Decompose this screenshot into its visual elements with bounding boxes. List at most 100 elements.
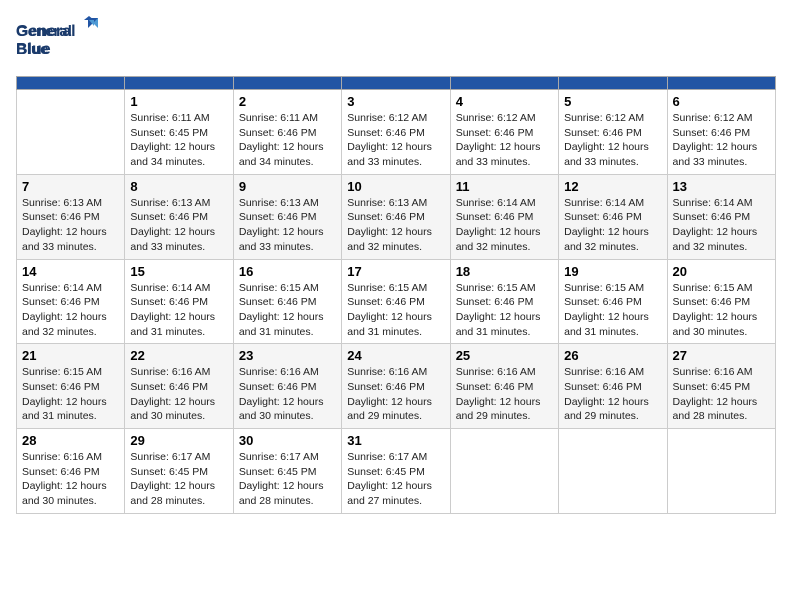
- calendar-week-row: 28 Sunrise: 6:16 AMSunset: 6:46 PMDayligh…: [17, 429, 776, 514]
- table-row: 16 Sunrise: 6:15 AMSunset: 6:46 PMDayligh…: [233, 259, 341, 344]
- table-row: 22 Sunrise: 6:16 AMSunset: 6:46 PMDayligh…: [125, 344, 233, 429]
- day-number: 9: [239, 179, 336, 194]
- table-row: 9 Sunrise: 6:13 AMSunset: 6:46 PMDaylight…: [233, 174, 341, 259]
- table-row: 25Sunrise: 6:16 AMSunset: 6:46 PMDayligh…: [450, 344, 558, 429]
- calendar-week-row: 7Sunrise: 6:13 AMSunset: 6:46 PMDaylight…: [17, 174, 776, 259]
- table-row: 15 Sunrise: 6:14 AMSunset: 6:46 PMDayligh…: [125, 259, 233, 344]
- day-info: Sunrise: 6:14 AMSunset: 6:46 PMDaylight:…: [130, 281, 227, 340]
- col-thursday: [450, 77, 558, 90]
- day-info: Sunrise: 6:17 AMSunset: 6:45 PMDaylight:…: [239, 450, 336, 509]
- day-info: Sunrise: 6:17 AMSunset: 6:45 PMDaylight:…: [130, 450, 227, 509]
- day-info: Sunrise: 6:13 AMSunset: 6:46 PMDaylight:…: [22, 196, 119, 255]
- day-info: Sunrise: 6:16 AMSunset: 6:46 PMDaylight:…: [239, 365, 336, 424]
- day-info: Sunrise: 6:13 AMSunset: 6:46 PMDaylight:…: [239, 196, 336, 255]
- day-info: Sunrise: 6:12 AMSunset: 6:46 PMDaylight:…: [564, 111, 661, 170]
- table-row: 10Sunrise: 6:13 AMSunset: 6:46 PMDayligh…: [342, 174, 450, 259]
- day-number: 30: [239, 433, 336, 448]
- table-row: 11 Sunrise: 6:14 AMSunset: 6:46 PMDayligh…: [450, 174, 558, 259]
- table-row: 29 Sunrise: 6:17 AMSunset: 6:45 PMDayligh…: [125, 429, 233, 514]
- day-number: 31: [347, 433, 444, 448]
- day-info: Sunrise: 6:15 AMSunset: 6:46 PMDaylight:…: [239, 281, 336, 340]
- weekday-header-row: [17, 77, 776, 90]
- day-number: 2: [239, 94, 336, 109]
- day-number: 16: [239, 264, 336, 279]
- day-number: 8: [130, 179, 227, 194]
- col-wednesday: [342, 77, 450, 90]
- day-number: 25: [456, 348, 553, 363]
- day-info: Sunrise: 6:16 AMSunset: 6:46 PMDaylight:…: [22, 450, 119, 509]
- day-info: Sunrise: 6:16 AMSunset: 6:46 PMDaylight:…: [564, 365, 661, 424]
- day-number: 11: [456, 179, 553, 194]
- day-info: Sunrise: 6:14 AMSunset: 6:46 PMDaylight:…: [564, 196, 661, 255]
- table-row: 23 Sunrise: 6:16 AMSunset: 6:46 PMDayligh…: [233, 344, 341, 429]
- calendar-week-row: 14Sunrise: 6:14 AMSunset: 6:46 PMDayligh…: [17, 259, 776, 344]
- table-row: 1Sunrise: 6:11 AMSunset: 6:45 PMDaylight…: [125, 90, 233, 175]
- table-row: 19 Sunrise: 6:15 AMSunset: 6:46 PMDayligh…: [559, 259, 667, 344]
- day-number: 29: [130, 433, 227, 448]
- day-info: Sunrise: 6:12 AMSunset: 6:46 PMDaylight:…: [347, 111, 444, 170]
- calendar-week-row: 21 Sunrise: 6:15 AMSunset: 6:46 PMDayligh…: [17, 344, 776, 429]
- table-row: [667, 429, 775, 514]
- table-row: 18 Sunrise: 6:15 AMSunset: 6:46 PMDayligh…: [450, 259, 558, 344]
- day-number: 6: [673, 94, 770, 109]
- day-number: 26: [564, 348, 661, 363]
- day-number: 22: [130, 348, 227, 363]
- table-row: 20Sunrise: 6:15 AMSunset: 6:46 PMDayligh…: [667, 259, 775, 344]
- calendar-table: 1Sunrise: 6:11 AMSunset: 6:45 PMDaylight…: [16, 76, 776, 514]
- table-row: 31 Sunrise: 6:17 AMSunset: 6:45 PMDayligh…: [342, 429, 450, 514]
- day-info: Sunrise: 6:15 AMSunset: 6:46 PMDaylight:…: [347, 281, 444, 340]
- table-row: 21 Sunrise: 6:15 AMSunset: 6:46 PMDayligh…: [17, 344, 125, 429]
- svg-text:Blue: Blue: [16, 41, 49, 58]
- table-row: 13 Sunrise: 6:14 AMSunset: 6:46 PMDayligh…: [667, 174, 775, 259]
- calendar-week-row: 1Sunrise: 6:11 AMSunset: 6:45 PMDaylight…: [17, 90, 776, 175]
- col-monday: [125, 77, 233, 90]
- day-info: Sunrise: 6:15 AMSunset: 6:46 PMDaylight:…: [456, 281, 553, 340]
- day-number: 17: [347, 264, 444, 279]
- table-row: 17 Sunrise: 6:15 AMSunset: 6:46 PMDayligh…: [342, 259, 450, 344]
- table-row: 24 Sunrise: 6:16 AMSunset: 6:46 PMDayligh…: [342, 344, 450, 429]
- table-row: 12 Sunrise: 6:14 AMSunset: 6:46 PMDayligh…: [559, 174, 667, 259]
- day-number: 18: [456, 264, 553, 279]
- day-number: 23: [239, 348, 336, 363]
- day-info: Sunrise: 6:17 AMSunset: 6:45 PMDaylight:…: [347, 450, 444, 509]
- day-info: Sunrise: 6:11 AMSunset: 6:45 PMDaylight:…: [130, 111, 227, 170]
- day-info: Sunrise: 6:15 AMSunset: 6:46 PMDaylight:…: [22, 365, 119, 424]
- table-row: [559, 429, 667, 514]
- svg-text:General: General: [16, 23, 72, 40]
- table-row: 6Sunrise: 6:12 AMSunset: 6:46 PMDaylight…: [667, 90, 775, 175]
- generalblue-logo-svg: General Blue: [16, 16, 96, 66]
- day-number: 27: [673, 348, 770, 363]
- day-number: 15: [130, 264, 227, 279]
- day-info: Sunrise: 6:11 AMSunset: 6:46 PMDaylight:…: [239, 111, 336, 170]
- table-row: 3Sunrise: 6:12 AMSunset: 6:46 PMDaylight…: [342, 90, 450, 175]
- day-number: 12: [564, 179, 661, 194]
- day-info: Sunrise: 6:13 AMSunset: 6:46 PMDaylight:…: [130, 196, 227, 255]
- col-friday: [559, 77, 667, 90]
- table-row: 30 Sunrise: 6:17 AMSunset: 6:45 PMDayligh…: [233, 429, 341, 514]
- page-header: General Blue: [16, 16, 776, 64]
- day-number: 24: [347, 348, 444, 363]
- day-number: 13: [673, 179, 770, 194]
- day-number: 5: [564, 94, 661, 109]
- day-info: Sunrise: 6:16 AMSunset: 6:46 PMDaylight:…: [347, 365, 444, 424]
- col-sunday: [17, 77, 125, 90]
- day-number: 19: [564, 264, 661, 279]
- day-info: Sunrise: 6:14 AMSunset: 6:46 PMDaylight:…: [456, 196, 553, 255]
- col-saturday: [667, 77, 775, 90]
- day-number: 20: [673, 264, 770, 279]
- table-row: 27 Sunrise: 6:16 AMSunset: 6:45 PMDayligh…: [667, 344, 775, 429]
- day-info: Sunrise: 6:14 AMSunset: 6:46 PMDaylight:…: [22, 281, 119, 340]
- day-number: 28: [22, 433, 119, 448]
- table-row: [450, 429, 558, 514]
- table-row: 14Sunrise: 6:14 AMSunset: 6:46 PMDayligh…: [17, 259, 125, 344]
- day-number: 21: [22, 348, 119, 363]
- table-row: 28 Sunrise: 6:16 AMSunset: 6:46 PMDayligh…: [17, 429, 125, 514]
- day-info: Sunrise: 6:15 AMSunset: 6:46 PMDaylight:…: [564, 281, 661, 340]
- table-row: 26 Sunrise: 6:16 AMSunset: 6:46 PMDayligh…: [559, 344, 667, 429]
- table-row: 8 Sunrise: 6:13 AMSunset: 6:46 PMDaylight…: [125, 174, 233, 259]
- day-info: Sunrise: 6:16 AMSunset: 6:45 PMDaylight:…: [673, 365, 770, 424]
- day-info: Sunrise: 6:14 AMSunset: 6:46 PMDaylight:…: [673, 196, 770, 255]
- day-info: Sunrise: 6:16 AMSunset: 6:46 PMDaylight:…: [130, 365, 227, 424]
- table-row: [17, 90, 125, 175]
- day-number: 4: [456, 94, 553, 109]
